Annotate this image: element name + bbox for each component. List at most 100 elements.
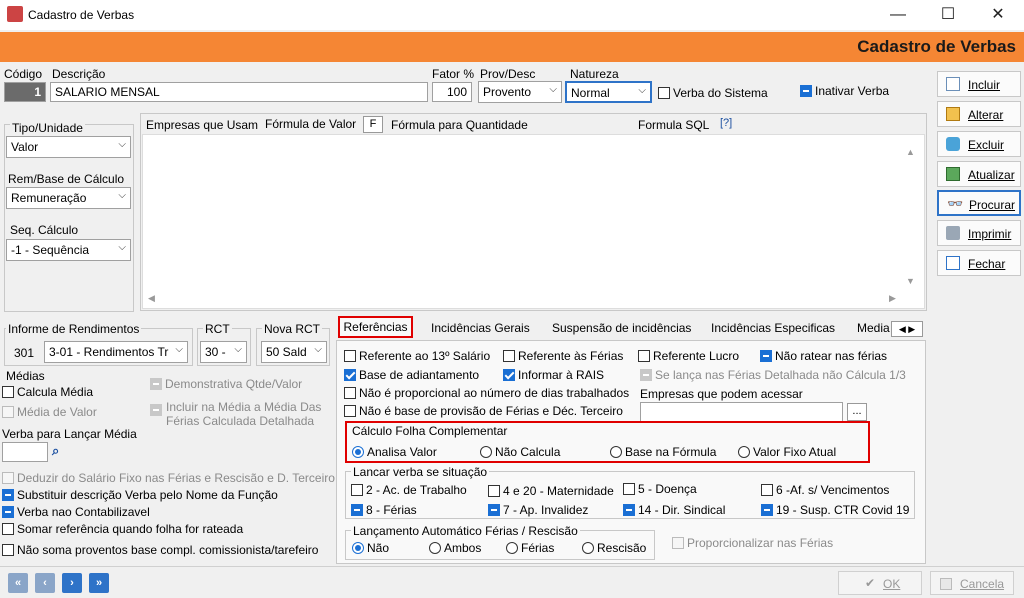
imprimir-button[interactable]: Imprimir (937, 220, 1021, 246)
situacao-2-checkbox[interactable]: 2 - Ac. de Trabalho (351, 482, 467, 497)
situacao-19-checkbox[interactable]: 19 - Susp. CTR Covid 19 (761, 502, 909, 517)
formula-f-button[interactable]: F (363, 116, 383, 133)
tab-empresas[interactable]: Empresas que Usam (146, 118, 258, 132)
situacao-5-checkbox[interactable]: 5 - Doença (623, 481, 697, 496)
checkbox-box (351, 503, 363, 516)
radio-lanc-nao[interactable]: Não (352, 540, 389, 555)
se-lanca-checkbox[interactable]: Se lança nas Férias Detalhada não Cálcul… (640, 367, 906, 382)
calcula-media-checkbox[interactable]: Calcula Média (2, 384, 93, 399)
ref-ferias-checkbox[interactable]: Referente às Férias (503, 348, 623, 363)
rem-select[interactable]: Remuneração ⌵ (6, 187, 131, 209)
fechar-button[interactable]: Fechar (937, 250, 1021, 276)
radio-lanc-rescisao[interactable]: Rescisão (582, 540, 646, 555)
tab-formula-valor[interactable]: Fórmula de Valor (265, 117, 356, 131)
informe-select[interactable]: 3-01 - Rendimentos Tr ⌵ (44, 341, 188, 363)
binoculars-icon[interactable]: ⌕ (52, 443, 59, 459)
checkbox-label: Proporcionalizar nas Férias (687, 535, 834, 550)
excluir-button[interactable]: Excluir (937, 131, 1021, 157)
chevron-down-icon: ⌵ (549, 84, 557, 95)
natureza-label: Natureza (570, 67, 619, 81)
tab-referencias[interactable]: Referências (338, 316, 413, 338)
procurar-button[interactable]: 👓 Procurar (937, 190, 1021, 216)
scroll-up-arrow[interactable]: ▲ (906, 147, 915, 157)
minimize-button[interactable]: — (878, 4, 918, 26)
situacao-7-checkbox[interactable]: 7 - Ap. Invalidez (488, 502, 588, 517)
informar-rais-checkbox[interactable]: Informar à RAIS (503, 367, 604, 382)
ref-13-checkbox[interactable]: Referente ao 13º Salário (344, 348, 490, 363)
deduzir-checkbox[interactable]: Deduzir do Salário Fixo nas Férias e Res… (2, 470, 335, 485)
nao-contabil-checkbox[interactable]: Verba nao Contabilizavel (2, 504, 150, 519)
demonstrativa-checkbox[interactable]: Demonstrativa Qtde/Valor (150, 376, 302, 391)
tab-formula-sql[interactable]: Formula SQL (638, 118, 709, 132)
tab-suspensao[interactable]: Suspensão de incidências (552, 318, 691, 340)
radio-valor-fixo[interactable]: Valor Fixo Atual (738, 444, 836, 459)
first-record-button[interactable]: « (8, 573, 28, 593)
nao-base-prov-checkbox[interactable]: Não é base de provisão de Férias e Déc. … (344, 403, 623, 418)
rem-label: Rem/Base de Cálculo (8, 172, 125, 186)
situacao-4-20-checkbox[interactable]: 4 e 20 - Maternidade (488, 483, 614, 498)
button-label: OK (883, 577, 901, 591)
radio-base-formula[interactable]: Base na Fórmula (610, 444, 716, 459)
cancela-button[interactable]: Cancela (930, 571, 1014, 595)
tipo-select[interactable]: Valor ⌵ (6, 136, 131, 158)
nao-proporcional-checkbox[interactable]: Não é proporcional ao número de dias tra… (344, 385, 629, 400)
nao-ratear-checkbox[interactable]: Não ratear nas férias (760, 348, 887, 363)
scroll-down-arrow[interactable]: ▼ (906, 276, 915, 286)
help-button[interactable]: [?] (720, 117, 732, 129)
verba-sistema-checkbox[interactable]: Verba do Sistema (658, 85, 768, 100)
situacao-6-checkbox[interactable]: 6 -Af. s/ Vencimentos (761, 482, 889, 497)
ok-button[interactable]: ✔ OK (838, 571, 922, 595)
radio-analisa-valor[interactable]: Analisa Valor (352, 444, 437, 459)
previous-record-button[interactable]: ‹ (35, 573, 55, 593)
verba-lancar-field[interactable] (2, 442, 48, 462)
empresas-lookup-button[interactable]: ... (847, 403, 867, 421)
ref-lucro-checkbox[interactable]: Referente Lucro (638, 348, 739, 363)
next-record-button[interactable]: › (62, 573, 82, 593)
inativar-verba-checkbox[interactable]: Inativar Verba (800, 83, 889, 98)
tab-media[interactable]: Media (857, 318, 890, 340)
empresas-acessar-field[interactable] (640, 402, 843, 422)
radio-lanc-ferias[interactable]: Férias (506, 540, 554, 555)
button-label: Excluir (968, 138, 1005, 152)
incluir-button[interactable]: Incluir (937, 71, 1021, 97)
scroll-left-arrow[interactable]: ◀ (148, 293, 155, 304)
radio-label: Não Calcula (495, 444, 561, 459)
proporcionalizar-checkbox[interactable]: Proporcionalizar nas Férias (672, 535, 833, 550)
formula-editor[interactable] (142, 134, 925, 309)
incluir-media-checkbox[interactable] (150, 402, 162, 416)
rct-select[interactable]: 30 - ⌵ (200, 341, 247, 363)
situacao-14-checkbox[interactable]: 14 - Dir. Sindical (623, 502, 725, 517)
media-valor-checkbox[interactable]: Média de Valor (2, 404, 97, 419)
tab-scroll-arrows[interactable]: ◀ ▶ (891, 321, 923, 337)
base-adiant-checkbox[interactable]: Base de adiantamento (344, 367, 479, 382)
nova-rct-select[interactable]: 50 Sald ⌵ (261, 341, 327, 363)
nao-soma-checkbox[interactable]: Não soma proventos base compl. comission… (2, 542, 318, 557)
provdesc-select[interactable]: Provento ⌵ (478, 81, 562, 103)
checkbox-box (488, 503, 500, 516)
alterar-button[interactable]: Alterar (937, 101, 1021, 127)
checkbox-box (344, 368, 356, 381)
checkbox-label: Não ratear nas férias (775, 348, 888, 363)
scroll-right-arrow[interactable]: ▶ (889, 293, 896, 304)
tab-incidencias-especificas[interactable]: Incidências Especificas (711, 318, 835, 340)
atualizar-button[interactable]: Atualizar (937, 161, 1021, 187)
codigo-field[interactable]: 1 (4, 82, 46, 102)
situacao-8-checkbox[interactable]: 8 - Férias (351, 502, 417, 517)
close-button[interactable]: ✕ (978, 4, 1018, 26)
radio-nao-calcula[interactable]: Não Calcula (480, 444, 560, 459)
checkbox-box (344, 404, 356, 417)
maximize-button[interactable]: ☐ (928, 4, 968, 26)
radio-lanc-ambos[interactable]: Ambos (429, 540, 481, 555)
checkbox-label: Referente às Férias (518, 348, 624, 363)
last-record-button[interactable]: » (89, 573, 109, 593)
descricao-field[interactable]: SALARIO MENSAL (50, 82, 428, 102)
checkbox-label: Não é proporcional ao número de dias tra… (359, 385, 630, 400)
tab-incidencias-gerais[interactable]: Incidências Gerais (431, 318, 530, 340)
provdesc-value: Provento (483, 85, 532, 99)
natureza-select[interactable]: Normal ⌵ (565, 81, 652, 103)
fator-field[interactable]: 100 (432, 82, 472, 102)
substituir-checkbox[interactable]: Substituir descrição Verba pelo Nome da … (2, 487, 278, 502)
somar-checkbox[interactable]: Somar referência quando folha for ratead… (2, 521, 243, 536)
seq-select[interactable]: -1 - Sequência ⌵ (6, 239, 131, 261)
tab-formula-quantidade[interactable]: Fórmula para Quantidade (391, 118, 528, 132)
